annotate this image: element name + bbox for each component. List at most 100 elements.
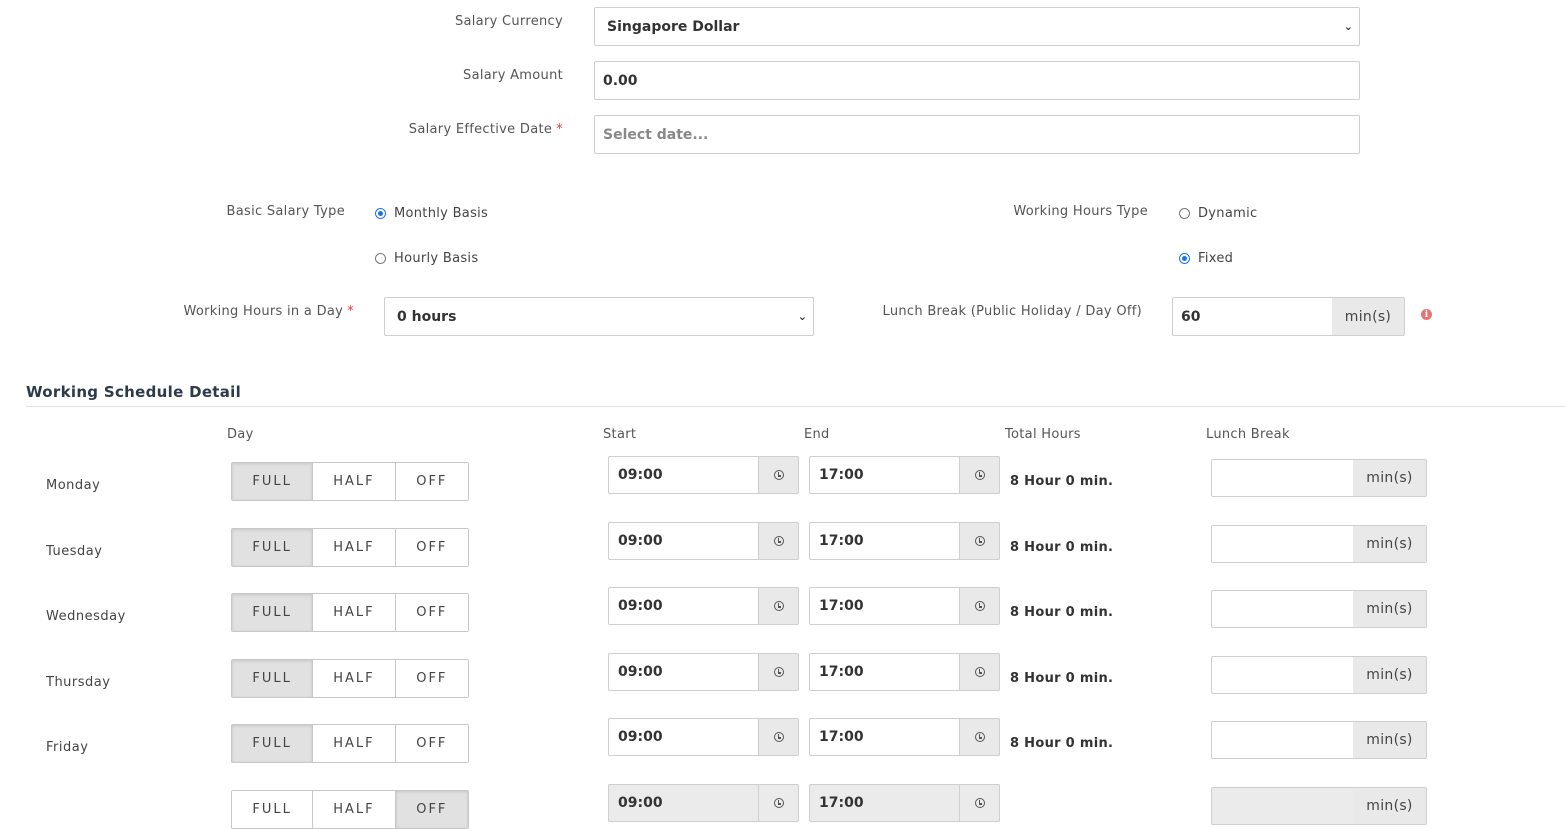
required-mark: * xyxy=(556,122,563,137)
clock-icon xyxy=(974,536,985,546)
total-hours: 8 Hour 0 min. xyxy=(1010,671,1114,686)
chevron-down-icon: ⌄ xyxy=(1343,20,1353,33)
mode-off-button[interactable]: OFF xyxy=(395,791,468,828)
start-time-input[interactable]: 09:00 xyxy=(608,653,758,691)
mode-full-button[interactable]: FULL xyxy=(232,463,314,500)
lunch-break-holiday-group: 60 min(s) xyxy=(1172,297,1405,336)
working-hours-type-label: Working Hours Type xyxy=(1013,204,1148,219)
start-time-group: 09:00 xyxy=(608,718,799,756)
end-time-picker-button[interactable] xyxy=(959,522,1000,560)
start-time-picker-button[interactable] xyxy=(758,653,799,691)
lunch-break-holiday-input[interactable]: 60 xyxy=(1172,297,1332,336)
clock-icon xyxy=(974,601,985,611)
start-time-input[interactable]: 09:00 xyxy=(608,784,758,822)
end-time-picker-button[interactable] xyxy=(959,784,1000,822)
lunch-break-group: min(s) xyxy=(1211,656,1427,694)
mode-full-button[interactable]: FULL xyxy=(232,660,314,697)
end-time-input[interactable]: 17:00 xyxy=(809,587,959,625)
mode-full-button[interactable]: FULL xyxy=(232,791,314,828)
start-time-picker-button[interactable] xyxy=(758,456,799,494)
col-header-lunch: Lunch Break xyxy=(1206,427,1290,442)
start-time-picker-button[interactable] xyxy=(758,718,799,756)
end-time-picker-button[interactable] xyxy=(959,456,1000,494)
info-icon[interactable]: i xyxy=(1421,309,1432,320)
chevron-down-icon: ⌄ xyxy=(797,310,807,323)
lunch-break-unit: min(s) xyxy=(1353,721,1427,759)
lunch-break-input[interactable] xyxy=(1211,721,1353,759)
day-name: Thursday xyxy=(46,675,111,690)
radio-dynamic[interactable]: Dynamic xyxy=(1179,206,1257,221)
start-time-picker-button[interactable] xyxy=(758,522,799,560)
end-time-input[interactable]: 17:00 xyxy=(809,653,959,691)
mode-full-button[interactable]: FULL xyxy=(232,594,314,631)
mode-off-button[interactable]: OFF xyxy=(395,529,468,566)
radio-monthly-basis[interactable]: Monthly Basis xyxy=(375,206,488,221)
start-time-picker-button[interactable] xyxy=(758,587,799,625)
end-time-input[interactable]: 17:00 xyxy=(809,456,959,494)
mode-off-button[interactable]: OFF xyxy=(395,463,468,500)
radio-hourly-basis[interactable]: Hourly Basis xyxy=(375,251,478,266)
mode-half-button[interactable]: HALF xyxy=(313,791,396,828)
lunch-break-holiday-unit: min(s) xyxy=(1332,297,1405,336)
col-header-day: Day xyxy=(227,427,254,442)
salary-amount-input[interactable]: 0.00 xyxy=(594,61,1360,100)
mode-full-button[interactable]: FULL xyxy=(232,529,314,566)
lunch-break-input[interactable] xyxy=(1211,459,1353,497)
start-time-group: 09:00 xyxy=(608,522,799,560)
lunch-break-input[interactable] xyxy=(1211,525,1353,563)
start-time-input[interactable]: 09:00 xyxy=(608,456,758,494)
day-mode-toggle: FULL HALF OFF xyxy=(231,593,469,632)
mode-half-button[interactable]: HALF xyxy=(313,725,396,762)
lunch-break-input[interactable] xyxy=(1211,590,1353,628)
salary-currency-select[interactable]: Singapore Dollar ⌄ xyxy=(594,7,1360,46)
end-time-group: 17:00 xyxy=(809,587,1000,625)
day-name: Wednesday xyxy=(46,609,126,624)
mode-full-button[interactable]: FULL xyxy=(232,725,314,762)
end-time-picker-button[interactable] xyxy=(959,718,1000,756)
radio-selected-icon[interactable] xyxy=(375,208,386,219)
radio-fixed[interactable]: Fixed xyxy=(1179,251,1233,266)
lunch-break-unit: min(s) xyxy=(1353,525,1427,563)
radio-unselected-icon[interactable] xyxy=(1179,208,1190,219)
start-time-input[interactable]: 09:00 xyxy=(608,522,758,560)
lunch-break-group: min(s) xyxy=(1211,787,1427,825)
day-mode-toggle: FULL HALF OFF xyxy=(231,528,469,567)
day-name: Monday xyxy=(46,478,101,493)
mode-off-button[interactable]: OFF xyxy=(395,594,468,631)
end-time-picker-button[interactable] xyxy=(959,653,1000,691)
lunch-break-input[interactable] xyxy=(1211,787,1353,825)
lunch-break-input[interactable] xyxy=(1211,656,1353,694)
mode-off-button[interactable]: OFF xyxy=(395,660,468,697)
radio-selected-icon[interactable] xyxy=(1179,253,1190,264)
start-time-input[interactable]: 09:00 xyxy=(608,587,758,625)
end-time-input[interactable]: 17:00 xyxy=(809,784,959,822)
end-time-input[interactable]: 17:00 xyxy=(809,718,959,756)
lunch-break-unit: min(s) xyxy=(1353,656,1427,694)
radio-unselected-icon[interactable] xyxy=(375,253,386,264)
start-time-input[interactable]: 09:00 xyxy=(608,718,758,756)
salary-effective-date-input[interactable]: Select date... xyxy=(594,115,1360,154)
day-name: Tuesday xyxy=(46,544,103,559)
end-time-picker-button[interactable] xyxy=(959,587,1000,625)
mode-half-button[interactable]: HALF xyxy=(313,463,396,500)
total-hours: 8 Hour 0 min. xyxy=(1010,736,1114,751)
basic-salary-type-label: Basic Salary Type xyxy=(226,204,345,219)
start-time-group: 09:00 xyxy=(608,784,799,822)
end-time-group: 17:00 xyxy=(809,784,1000,822)
start-time-picker-button[interactable] xyxy=(758,784,799,822)
clock-icon xyxy=(974,667,985,677)
end-time-input[interactable]: 17:00 xyxy=(809,522,959,560)
working-hours-day-value: 0 hours xyxy=(397,308,457,325)
start-time-group: 09:00 xyxy=(608,456,799,494)
mode-off-button[interactable]: OFF xyxy=(395,725,468,762)
working-hours-day-select[interactable]: 0 hours ⌄ xyxy=(384,297,814,336)
mode-half-button[interactable]: HALF xyxy=(313,529,396,566)
clock-icon xyxy=(773,798,784,808)
end-time-group: 17:00 xyxy=(809,456,1000,494)
lunch-break-group: min(s) xyxy=(1211,590,1427,628)
required-mark: * xyxy=(347,304,354,319)
day-mode-toggle: FULL HALF OFF xyxy=(231,462,469,501)
mode-half-button[interactable]: HALF xyxy=(313,660,396,697)
mode-half-button[interactable]: HALF xyxy=(313,594,396,631)
salary-currency-label: Salary Currency xyxy=(454,14,563,29)
